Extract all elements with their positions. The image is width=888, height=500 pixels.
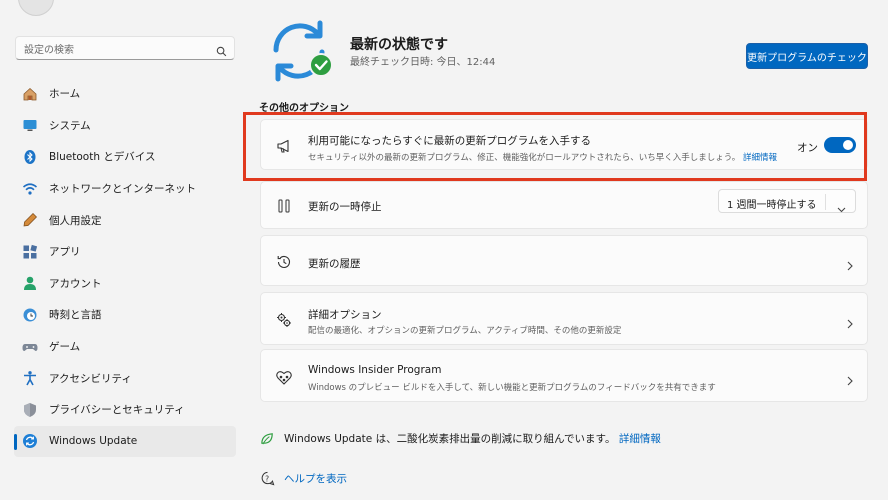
wifi-icon	[22, 181, 38, 197]
sidebar-item-time-language[interactable]: 時刻と言語	[14, 299, 236, 331]
windows-update-icon	[22, 433, 38, 449]
megaphone-icon	[275, 137, 293, 155]
sidebar-item-network[interactable]: ネットワークとインターネット	[14, 173, 236, 205]
sidebar-item-home[interactable]: ホーム	[14, 78, 236, 110]
advanced-options-desc: 配信の最適化、オプションの更新プログラム、アクティブ時間、その他の更新設定	[308, 326, 622, 336]
sidebar-item-label: アカウント	[49, 277, 102, 290]
sidebar-item-accounts[interactable]: アカウント	[14, 268, 236, 300]
learn-more-link[interactable]: 詳細情報	[743, 153, 777, 163]
sidebar-item-label: アプリ	[49, 246, 81, 259]
last-checked-text: 最終チェック日時: 今日、12:44	[350, 57, 496, 68]
carbon-reduction-row: Windows Update は、二酸化炭素排出量の削減に取り組んでいます。 詳…	[259, 430, 661, 446]
pause-duration-select[interactable]: 1 週間一時停止する	[718, 189, 856, 213]
insider-program-card[interactable]: Windows Insider Program Windows のプレビュー ビ…	[260, 349, 868, 402]
sidebar-item-label: 時刻と言語	[49, 309, 102, 322]
sidebar-item-system[interactable]: システム	[14, 110, 236, 142]
advanced-options-card[interactable]: 詳細オプション 配信の最適化、オプションの更新プログラム、アクティブ時間、その他…	[260, 292, 868, 345]
search-icon	[216, 42, 227, 61]
update-status-icon	[268, 20, 336, 82]
latest-updates-toggle[interactable]	[824, 137, 856, 153]
select-divider	[825, 194, 826, 210]
carbon-learn-more-link[interactable]: 詳細情報	[619, 431, 661, 446]
gamepad-icon	[22, 339, 38, 355]
sidebar-item-gaming[interactable]: ゲーム	[14, 331, 236, 363]
chevron-right-icon	[847, 371, 853, 390]
history-icon	[275, 253, 293, 271]
system-icon	[22, 117, 38, 133]
pause-icon	[275, 197, 293, 215]
shield-icon	[22, 402, 38, 418]
insider-program-title: Windows Insider Program	[308, 364, 442, 376]
latest-updates-desc-row: セキュリティ以外の最新の更新プログラム、修正、機能強化がロールアウトされたら、い…	[308, 151, 777, 163]
latest-updates-card[interactable]: 利用可能になったらすぐに最新の更新プログラムを入手する セキュリティ以外の最新の…	[260, 119, 868, 170]
leaf-icon	[259, 430, 275, 446]
sidebar-item-apps[interactable]: アプリ	[14, 236, 236, 268]
chevron-down-icon[interactable]	[837, 198, 846, 217]
toggle-state-label: オン	[797, 142, 818, 154]
apps-icon	[22, 244, 38, 260]
latest-updates-desc: セキュリティ以外の最新の更新プログラム、修正、機能強化がロールアウトされたら、い…	[308, 153, 741, 163]
sidebar-item-bluetooth[interactable]: Bluetooth とデバイス	[14, 141, 236, 173]
get-help-link[interactable]: ヘルプを表示	[284, 471, 347, 486]
sidebar-item-label: 個人用設定	[49, 214, 102, 227]
bluetooth-icon	[22, 149, 38, 165]
sidebar-item-label: Windows Update	[49, 435, 138, 448]
advanced-options-title: 詳細オプション	[308, 309, 382, 321]
pause-updates-card: 更新の一時停止 1 週間一時停止する	[260, 181, 868, 229]
sidebar-item-privacy[interactable]: プライバシーとセキュリティ	[14, 394, 236, 426]
sidebar-item-label: アクセシビリティ	[49, 372, 132, 385]
svg-text:?: ?	[265, 474, 269, 483]
avatar[interactable]	[18, 0, 54, 16]
pause-updates-title: 更新の一時停止	[308, 201, 382, 213]
update-history-title: 更新の履歴	[308, 258, 361, 270]
update-history-card[interactable]: 更新の履歴	[260, 235, 868, 286]
help-icon: ?	[259, 470, 275, 486]
accessibility-icon	[22, 370, 38, 386]
section-title: その他のオプション	[259, 103, 349, 114]
sidebar-nav: ホーム システム Bluetooth とデバイス ネットワークとインターネット …	[14, 78, 236, 458]
chevron-right-icon	[847, 256, 853, 275]
sidebar-item-label: システム	[49, 119, 91, 132]
latest-updates-title: 利用可能になったらすぐに最新の更新プログラムを入手する	[308, 135, 591, 147]
sidebar-item-label: ネットワークとインターネット	[49, 183, 196, 196]
status-title: 最新の状態です	[350, 37, 448, 53]
sidebar-item-label: ホーム	[49, 88, 81, 101]
toggle-knob	[843, 140, 853, 150]
account-icon	[22, 275, 38, 291]
sidebar-item-personalization[interactable]: 個人用設定	[14, 204, 236, 236]
carbon-reduction-text: Windows Update は、二酸化炭素排出量の削減に取り組んでいます。	[284, 432, 616, 445]
sidebar-item-label: Bluetooth とデバイス	[49, 151, 156, 164]
sidebar-item-label: プライバシーとセキュリティ	[49, 404, 185, 417]
sidebar-item-accessibility[interactable]: アクセシビリティ	[14, 362, 236, 394]
sidebar-item-label: ゲーム	[49, 341, 81, 354]
search-input[interactable]: 設定の検索	[24, 41, 74, 56]
get-help-row[interactable]: ? ヘルプを表示	[259, 470, 347, 486]
pause-duration-value: 1 週間一時停止する	[727, 200, 817, 211]
check-for-updates-button[interactable]: 更新プログラムのチェック	[746, 43, 868, 69]
insider-program-desc: Windows のプレビュー ビルドを入手して、新しい機能と更新プログラムのフィ…	[308, 383, 716, 393]
home-icon	[22, 86, 38, 102]
insider-icon	[275, 368, 293, 386]
search-box[interactable]: 設定の検索	[15, 36, 235, 60]
chevron-right-icon	[847, 314, 853, 333]
pen-icon	[22, 212, 38, 228]
sidebar-item-windows-update[interactable]: Windows Update	[14, 425, 236, 458]
globe-clock-icon	[22, 307, 38, 323]
gears-icon	[275, 311, 293, 329]
